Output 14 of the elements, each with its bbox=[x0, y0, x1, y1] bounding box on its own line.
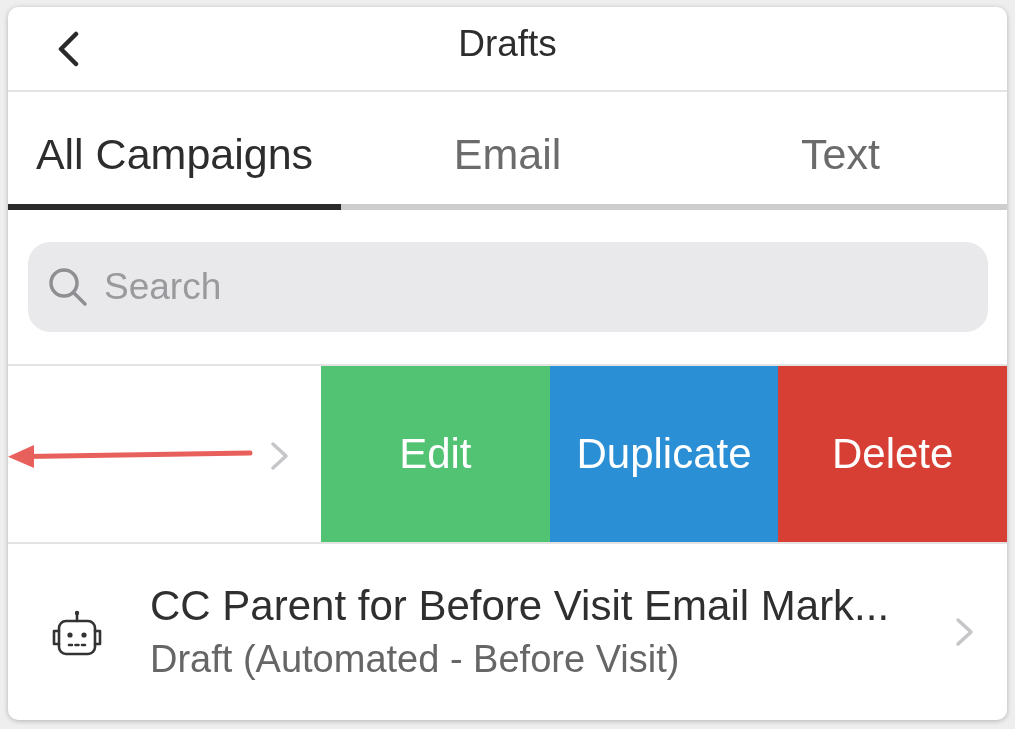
swipe-action-button[interactable]: Delete bbox=[778, 366, 1007, 542]
swipe-action-button[interactable]: Duplicate bbox=[549, 366, 779, 542]
left-arrow-icon bbox=[8, 443, 254, 469]
search-icon bbox=[48, 267, 88, 307]
robot-icon bbox=[51, 609, 103, 658]
tab[interactable]: Text bbox=[674, 92, 1007, 210]
campaign-status: Draft (Automated - Before Visit) bbox=[150, 638, 681, 681]
back-chevron-icon bbox=[56, 30, 80, 67]
campaign-title: CC Parent for Before Visit Email Mark... bbox=[150, 582, 891, 630]
search-field[interactable]: Search bbox=[28, 242, 988, 332]
chevron-icon bbox=[270, 441, 290, 471]
tab[interactable]: All Campaigns bbox=[8, 92, 341, 210]
chevron-icon bbox=[955, 616, 975, 647]
screen-title: Drafts bbox=[458, 22, 557, 65]
